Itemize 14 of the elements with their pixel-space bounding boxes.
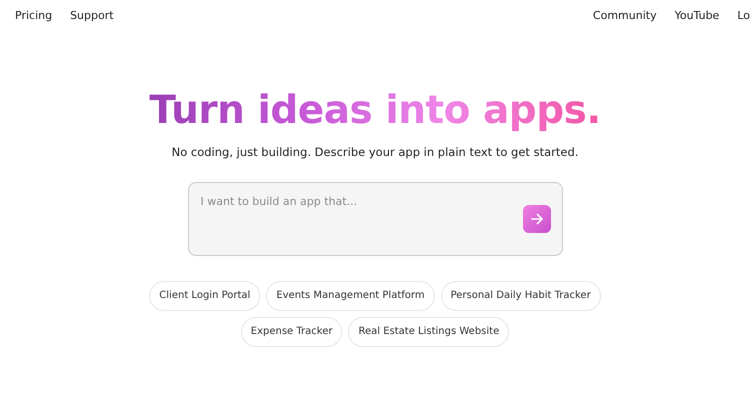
suggestion-chip[interactable]: Real Estate Listings Website: [348, 316, 510, 347]
arrow-icon: [530, 212, 542, 225]
nav-link[interactable]: Support: [70, 9, 114, 30]
hero-subtitle: No coding, just building. Describe your app in plain text to get started.: [172, 144, 578, 159]
nav-link[interactable]: Lo: [737, 9, 750, 30]
nav-link[interactable]: Community: [592, 9, 657, 30]
nav-link[interactable]: YouTube: [674, 9, 720, 30]
suggestion-chip[interactable]: Client Login Portal: [149, 280, 260, 311]
send-button[interactable]: [522, 204, 550, 233]
nav-link[interactable]: Pricing: [15, 9, 52, 30]
suggestion-chip[interactable]: Events Management Platform: [266, 280, 435, 311]
prompt-field[interactable]: I want to build an app that...: [188, 182, 562, 256]
suggestion-chip[interactable]: Personal Daily Habit Tracker: [440, 280, 601, 311]
suggestion-chip[interactable]: Expense Tracker: [240, 316, 342, 347]
